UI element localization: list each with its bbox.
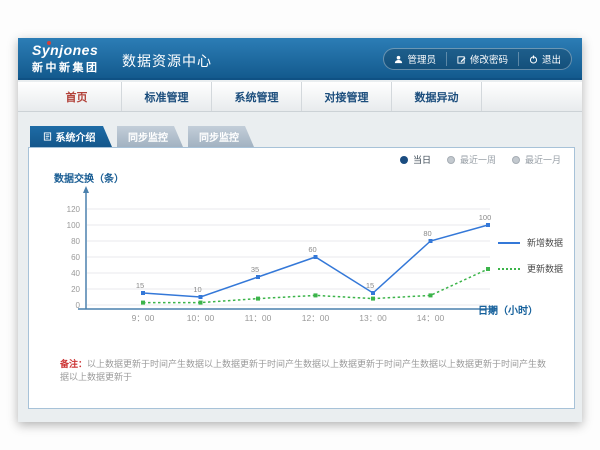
svg-text:12：00: 12：00 [302,313,330,323]
tab-sync-monitor-1[interactable]: 同步监控 [117,126,183,147]
nav-item-system[interactable]: 系统管理 [212,82,302,111]
radio-dot-selected [400,156,408,164]
legend-item-new-data: 新增数据 [498,236,563,249]
svg-text:20: 20 [71,285,80,294]
logout-label: 退出 [542,52,561,66]
logo-brand-text: Synjones [32,42,100,58]
tab-label: 同步监控 [128,129,168,144]
radio-last-month[interactable]: 最近一月 [512,153,561,166]
logo: Synjones 新中新集团 [32,42,100,75]
footnote-label: 备注： [60,359,87,369]
app-window: Synjones 新中新集团 数据资源中心 管理员 修改密码 退出 首页 标准管… [18,38,582,422]
document-icon [43,132,52,141]
user-menu: 管理员 修改密码 退出 [383,48,572,70]
legend-item-updated-data: 更新数据 [498,262,563,275]
x-axis-title: 日期（小时） [478,302,538,317]
tab-sync-monitor-2[interactable]: 同步监控 [188,126,254,147]
tab-label: 系统介绍 [56,129,96,144]
svg-text:100: 100 [67,221,81,230]
radio-label: 当日 [413,153,431,166]
radio-label: 最近一月 [525,153,561,166]
svg-text:15: 15 [366,281,374,290]
legend-label: 更新数据 [527,262,563,275]
power-icon [529,55,538,64]
footnote: 备注：以上数据更新于时间产生数据以上数据更新于时间产生数据以上数据更新于时间产生… [60,358,552,384]
change-password-button[interactable]: 修改密码 [446,52,518,66]
svg-text:0: 0 [76,301,81,310]
main-nav: 首页 标准管理 系统管理 对接管理 数据异动 [18,82,582,112]
chart-legend: 新增数据 更新数据 [498,236,563,288]
tab-bar: 系统介绍 同步监控 同步监控 [30,126,259,147]
tab-system-intro[interactable]: 系统介绍 [30,126,112,147]
svg-text:11：00: 11：00 [245,313,272,323]
radio-today[interactable]: 当日 [400,153,431,166]
logo-company-text: 新中新集团 [32,59,100,75]
svg-text:10：00: 10：00 [187,313,215,323]
user-admin-label: 管理员 [407,52,436,66]
line-chart: 0 20 40 60 80 100 120 9：00 10：00 11：00 12：00 13：00 1… [40,183,500,325]
svg-text:100: 100 [479,213,492,222]
svg-text:10: 10 [193,285,201,294]
svg-text:14：00: 14：00 [417,313,445,323]
change-password-label: 修改密码 [470,52,508,66]
page-title: 数据资源中心 [122,51,212,71]
nav-item-home[interactable]: 首页 [32,82,122,111]
nav-item-standards[interactable]: 标准管理 [122,82,212,111]
footnote-text: 以上数据更新于时间产生数据以上数据更新于时间产生数据以上数据更新于时间产生数据以… [60,359,546,382]
edit-icon [457,55,466,64]
svg-text:80: 80 [423,229,431,238]
svg-text:15: 15 [136,281,144,290]
svg-text:13：00: 13：00 [359,313,387,323]
svg-text:60: 60 [71,253,80,262]
radio-last-week[interactable]: 最近一周 [447,153,496,166]
logout-button[interactable]: 退出 [518,52,571,66]
radio-dot [447,156,455,164]
legend-label: 新增数据 [527,236,563,249]
period-filter: 当日 最近一周 最近一月 [400,153,561,166]
user-icon [394,55,403,64]
radio-dot [512,156,520,164]
legend-line-dashed-icon [498,268,520,270]
header: Synjones 新中新集团 数据资源中心 管理员 修改密码 退出 [18,38,582,80]
svg-text:120: 120 [67,205,81,214]
nav-item-data-changes[interactable]: 数据异动 [392,82,482,111]
svg-text:9：00: 9：00 [132,313,155,323]
user-admin-button[interactable]: 管理员 [384,52,446,66]
logo-red-dot [47,41,51,45]
tab-label: 同步监控 [199,129,239,144]
nav-item-integration[interactable]: 对接管理 [302,82,392,111]
radio-label: 最近一周 [460,153,496,166]
legend-line-solid-icon [498,242,520,244]
svg-text:80: 80 [71,237,80,246]
svg-text:35: 35 [251,265,259,274]
svg-text:60: 60 [308,245,316,254]
svg-text:40: 40 [71,269,80,278]
